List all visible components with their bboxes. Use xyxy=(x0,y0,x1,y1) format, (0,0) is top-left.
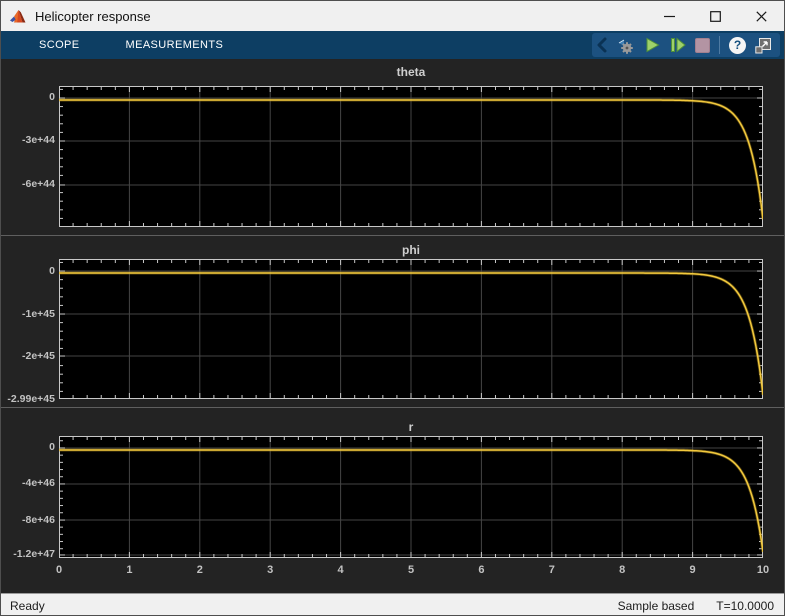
x-tick-label: 10 xyxy=(746,564,780,576)
x-tick-label: 2 xyxy=(183,564,217,576)
plot-title-theta: theta xyxy=(59,65,763,79)
y-tick-label: 0 xyxy=(1,441,55,454)
quick-access-toolbar: ? xyxy=(592,33,780,57)
x-tick-label: 7 xyxy=(535,564,569,576)
x-tick-label: 9 xyxy=(676,564,710,576)
panel-phi: phi 0 -1e+45 -2e+45 -2.99e+45 xyxy=(1,235,784,407)
step-options-gear-icon[interactable] xyxy=(616,36,635,55)
titlebar: Helicopter response xyxy=(1,1,784,31)
y-tick-label: -2.99e+45 xyxy=(1,393,55,406)
x-tick-label: 1 xyxy=(112,564,146,576)
minimize-button[interactable] xyxy=(646,1,692,31)
panel-r: r 0 -4e+46 -8e+46 -1.2e+47 0 1 2 3 4 5 6 7 8 9 10 xyxy=(1,407,784,593)
help-icon[interactable]: ? xyxy=(729,37,746,54)
plot-area-r[interactable] xyxy=(59,436,763,558)
scope-window: Helicopter response SCOPE MEASUREMENTS xyxy=(0,0,785,616)
x-tick-label: 3 xyxy=(253,564,287,576)
plot-area-theta[interactable] xyxy=(59,86,763,227)
y-tick-label: -1.2e+47 xyxy=(1,548,55,561)
pop-out-icon[interactable] xyxy=(755,37,772,54)
y-tick-label: 0 xyxy=(1,91,55,104)
stop-icon[interactable] xyxy=(695,38,710,53)
step-forward-icon[interactable] xyxy=(669,37,686,53)
close-button[interactable] xyxy=(738,1,784,31)
window-title: Helicopter response xyxy=(35,9,151,24)
x-tick-label: 8 xyxy=(605,564,639,576)
x-tick-label: 4 xyxy=(324,564,358,576)
status-sample-mode: Sample based xyxy=(618,599,695,613)
x-tick-label: 6 xyxy=(464,564,498,576)
toolstrip: SCOPE MEASUREMENTS xyxy=(1,31,784,59)
tab-measurements[interactable]: MEASUREMENTS xyxy=(126,39,224,51)
plot-title-r: r xyxy=(59,420,763,434)
y-tick-label: 0 xyxy=(1,265,55,278)
y-tick-label: -6e+44 xyxy=(1,178,55,191)
collapse-chevron-icon[interactable] xyxy=(596,35,607,55)
matlab-logo-icon xyxy=(10,9,27,24)
scope-display-area: theta 0 -3e+44 -6e+44 phi 0 -1e+45 -2e+45 -2.… xyxy=(1,59,784,593)
plot-area-phi[interactable] xyxy=(59,259,763,399)
panel-theta: theta 0 -3e+44 -6e+44 xyxy=(1,59,784,235)
y-tick-label: -3e+44 xyxy=(1,134,55,147)
y-tick-label: -8e+46 xyxy=(1,514,55,527)
x-tick-label: 0 xyxy=(42,564,76,576)
toolstrip-tabs: SCOPE MEASUREMENTS xyxy=(1,39,223,51)
y-tick-label: -4e+46 xyxy=(1,477,55,490)
toolbar-separator xyxy=(719,36,720,54)
run-icon[interactable] xyxy=(644,37,660,53)
y-tick-label: -1e+45 xyxy=(1,308,55,321)
status-sim-time: T=10.0000 xyxy=(716,599,774,613)
y-tick-label: -2e+45 xyxy=(1,350,55,363)
status-bar: Ready Sample based T=10.0000 xyxy=(1,593,784,616)
plot-title-phi: phi xyxy=(59,243,763,257)
status-ready: Ready xyxy=(1,599,618,613)
maximize-button[interactable] xyxy=(692,1,738,31)
x-tick-label: 5 xyxy=(394,564,428,576)
tab-scope[interactable]: SCOPE xyxy=(39,39,80,51)
